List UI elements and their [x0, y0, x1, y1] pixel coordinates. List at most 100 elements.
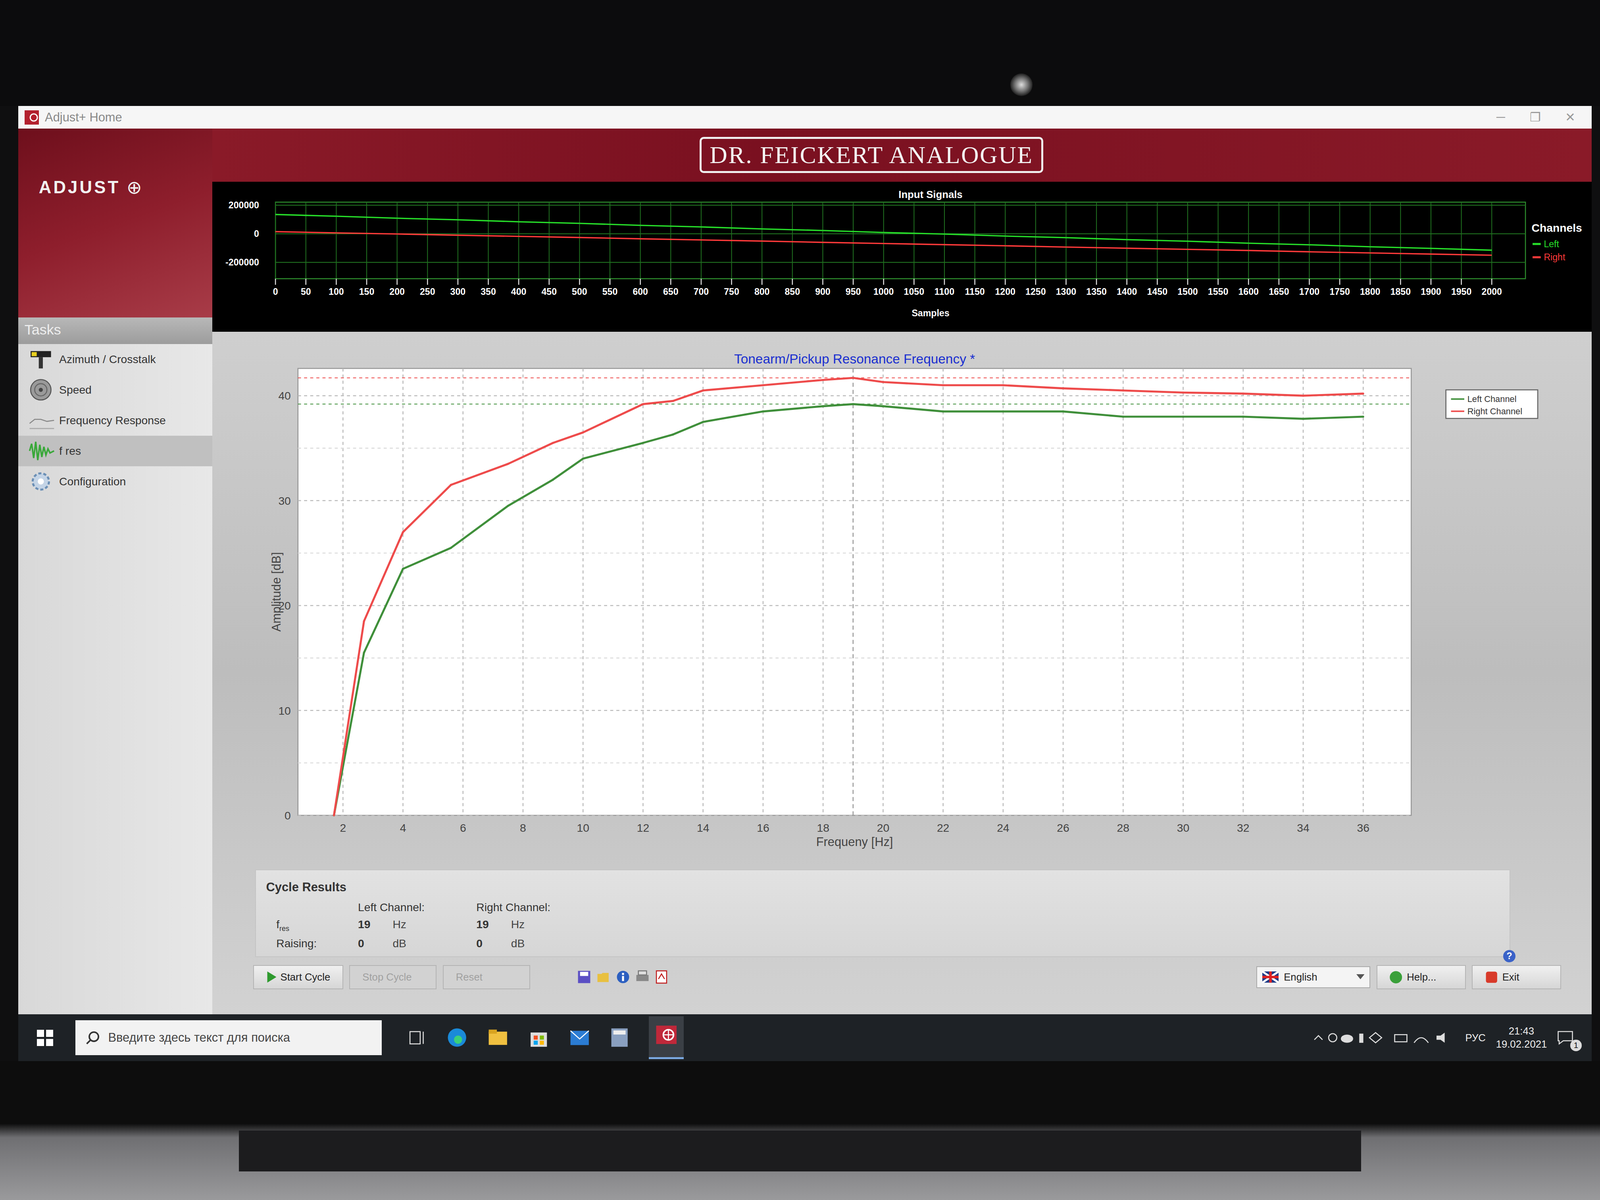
x-tick: 1750	[1329, 286, 1350, 297]
explorer-icon[interactable]	[487, 1028, 508, 1047]
y-tick: 40	[278, 389, 291, 402]
series-line	[943, 384, 1004, 387]
system-tray: РУС 21:43 19.02.2021 1	[1312, 1024, 1582, 1052]
y-tick: 200000	[228, 200, 260, 211]
help-button[interactable]: Help...	[1376, 965, 1466, 990]
series-line	[363, 568, 403, 653]
x-tick: 6	[459, 821, 467, 835]
signal-line	[1005, 236, 1066, 238]
x-tick: 100	[328, 286, 345, 297]
signal-line	[579, 237, 641, 239]
x-tick: 1350	[1086, 286, 1107, 297]
clock[interactable]: 21:43 19.02.2021	[1496, 1024, 1548, 1052]
x-tick: 150	[359, 286, 375, 297]
series-line	[1063, 388, 1124, 391]
series-line	[1003, 385, 1064, 389]
cycle-button[interactable]: Stop Cycle	[349, 965, 437, 990]
calculator-icon[interactable]	[610, 1027, 629, 1048]
adjust-taskbar-button[interactable]	[648, 1016, 684, 1060]
x-tick: 1450	[1147, 286, 1168, 297]
y-tick: -200000	[225, 257, 260, 268]
camera-icon	[1010, 73, 1033, 97]
sidebar-item[interactable]: Frequency Response	[18, 405, 213, 436]
edge-icon[interactable]	[446, 1027, 468, 1048]
x-tick: 24	[996, 821, 1010, 835]
laptop-body	[0, 1061, 1600, 1200]
signal-line	[883, 243, 945, 245]
legend-title: Channels	[1531, 221, 1583, 235]
x-tick: 2	[339, 821, 347, 835]
signal-line	[457, 234, 519, 237]
x-tick: 800	[754, 286, 770, 297]
notification-center[interactable]: 1	[1557, 1030, 1582, 1045]
mail-icon[interactable]	[569, 1029, 590, 1047]
print-icon[interactable]	[635, 969, 650, 985]
series-line	[703, 385, 764, 391]
x-tick: 30	[1176, 821, 1190, 835]
search-box[interactable]: Введите здесь текст для поиска	[75, 1020, 382, 1055]
legend-item: Right Channel	[1467, 406, 1523, 417]
signal-line	[1066, 246, 1127, 249]
tray-icons[interactable]	[1312, 1030, 1384, 1045]
series-line	[1303, 393, 1364, 396]
signal-line	[579, 223, 641, 226]
pdf-icon[interactable]	[654, 969, 669, 985]
signal-line	[823, 230, 884, 233]
signal-line	[275, 214, 337, 216]
x-tick: 1700	[1299, 286, 1320, 297]
x-tick: 200	[389, 286, 405, 297]
series-line	[1123, 415, 1183, 418]
x-tick: 22	[936, 821, 950, 835]
sidebar-item[interactable]: Azimuth / Crosstalk	[18, 344, 213, 375]
series-line	[507, 479, 553, 506]
column-header: Left Channel:	[357, 900, 477, 914]
cycle-button[interactable]: Start Cycle	[253, 965, 344, 990]
window-control[interactable]: ─	[1496, 109, 1506, 125]
series-line	[763, 405, 824, 412]
series-line	[1183, 392, 1244, 394]
window-control[interactable]: ✕	[1565, 109, 1576, 125]
network-volume-icons[interactable]	[1393, 1030, 1455, 1045]
task-view-icon[interactable]	[407, 1028, 427, 1047]
signal-line	[1248, 250, 1310, 252]
x-tick: 350	[480, 286, 497, 297]
x-tick: 16	[756, 821, 770, 835]
window-control[interactable]: ❐	[1529, 109, 1541, 125]
windows-start-icon[interactable]	[36, 1029, 54, 1047]
exit-button[interactable]: Exit	[1471, 965, 1562, 990]
help-icon	[1389, 970, 1403, 984]
store-icon[interactable]	[528, 1027, 549, 1048]
open-icon[interactable]	[596, 969, 611, 985]
save-icon[interactable]	[576, 969, 592, 985]
info-icon[interactable]	[615, 969, 631, 985]
signal-line	[761, 228, 823, 231]
x-tick: 1100	[934, 286, 955, 297]
x-tick: 1200	[995, 286, 1016, 297]
y-tick: 10	[278, 703, 291, 717]
sidebar-item[interactable]: f res	[18, 435, 213, 467]
series-line	[403, 484, 452, 533]
cycle-button[interactable]: Reset	[442, 965, 531, 990]
language-dropdown[interactable]: English	[1256, 966, 1371, 989]
sidebar-item[interactable]: Speed	[18, 374, 213, 406]
title-bar: Adjust+ Home ─❐✕	[18, 105, 1592, 129]
x-tick: 28	[1117, 821, 1130, 835]
fres-marker	[852, 368, 854, 816]
x-tick: 900	[815, 286, 831, 297]
series-line	[1303, 416, 1364, 419]
signal-line	[336, 232, 398, 234]
series-line	[1243, 416, 1304, 419]
signal-line	[944, 234, 1006, 237]
input-language[interactable]: РУС	[1465, 1032, 1486, 1044]
x-tick: 1000	[873, 286, 894, 297]
series-line	[363, 532, 403, 622]
series-line	[582, 442, 643, 459]
x-tick: 14	[696, 821, 710, 835]
x-tick: 1300	[1055, 286, 1077, 297]
x-tick: 500	[571, 286, 588, 297]
series-line	[1183, 415, 1244, 418]
x-tick: 32	[1236, 821, 1250, 835]
task-icon	[28, 439, 56, 463]
info-icon[interactable]: ?	[1503, 950, 1516, 963]
sidebar-item[interactable]: Configuration	[18, 466, 213, 497]
